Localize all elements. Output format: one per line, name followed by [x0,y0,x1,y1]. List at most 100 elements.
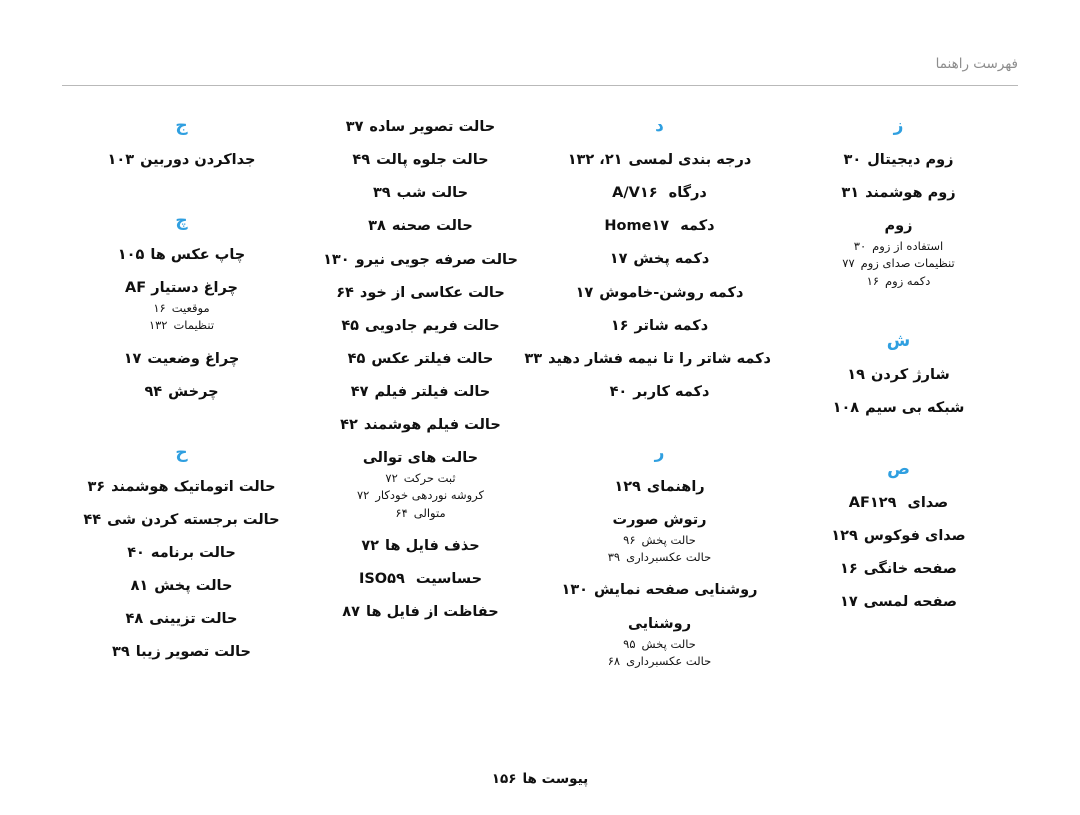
index-entry[interactable]: حذف فایل ها ۷۲ [309,537,532,555]
index-entry[interactable]: حالت تصویر زیبا ۳۹ [70,643,293,661]
column-zaa: ز زوم دیجیتال ۳۰ زوم هوشمند ۳۱ زوم استفاده از … [779,118,1018,685]
index-subentry[interactable]: تنظیمات ۱۳۲ [70,317,293,333]
index-entry-group: رتوش صورت حالت پخش ۹۶ حالت عکسبرداری ۳۹ [548,511,771,565]
index-entry[interactable]: حالت جلوه پالت ۴۹ [309,151,532,169]
entry-label: بندی [678,152,712,168]
subentry-page-number: ۳۹ [607,550,621,565]
subentry-label: متوالی [413,505,446,520]
index-subentry[interactable]: استفاده از زوم ۳۰ [787,238,1010,254]
index-subentry[interactable]: حالت پخش ۹۵ [548,636,771,652]
index-entry[interactable]: زوم دیجیتال ۳۰ [787,151,1010,169]
index-subentry[interactable]: تنظیمات صدای زوم ۷۷ [787,255,1010,271]
entry-label: لمسی [863,594,909,611]
index-entry[interactable]: رتوش صورت [548,511,771,529]
index-entry-group: حالت فیلتر عکس ۴۵ [309,350,532,368]
entry-label: حالت [195,578,233,595]
entry-label: شاتر [697,350,732,367]
index-entry-group: روشنایی صفحه نمایش ۱۳۰ [548,581,771,599]
index-entry[interactable]: حفاظت از فایل ها ۸۷ [309,603,532,621]
entry-page-number: ۱۰۸ [832,399,860,416]
index-entry[interactable]: روشنایی [548,615,771,633]
index-entry-group: حالت برجسته کردن شی ۴۴ [70,511,293,529]
entry-page-number: ۱۷ [651,218,670,235]
index-entry[interactable]: شبکه بی سیم ۱۰۸ [787,399,1010,417]
index-entry[interactable]: حالت تصویر ساده ۳۷ [309,118,532,136]
index-entry[interactable]: صفحه لمسی ۱۷ [787,593,1010,611]
letter-block: د درجه بندی لمسی۲۱، ۱۳۲ درگاه A/V۱۶ دکمه Ho… [524,118,771,401]
index-entry-group: حالت های توالی ثبت حرکت۷۲ کروشه نوردهی خود… [309,449,532,520]
index-entry[interactable]: صدای AF۱۲۹ [787,494,1010,512]
index-entry[interactable]: دکمه شاتر را تا نیمه فشار دهید۳۳ [524,350,771,368]
entry-label: زوم [925,152,954,168]
index-entry[interactable]: جداکردن دوربین ۱۰۳ [70,151,293,169]
index-entry[interactable]: دکمه پخش ۱۷ [548,250,771,268]
index-entry-group: درجه بندی لمسی ۲۱، ۱۳۲ [548,151,771,169]
index-entry[interactable]: حالت فیلتر فیلم ۴۷ [309,383,532,401]
entry-page-number: ۴۰ [127,545,145,562]
index-entry[interactable]: درجه بندی لمسی ۲۱، ۱۳۲ [548,151,771,169]
entry-label: پخش [633,251,670,268]
entry-page-number: ۱۳۰ [323,251,350,268]
index-entry[interactable]: دکمه Home۱۷ [548,217,771,235]
entry-label: حالت [200,611,238,628]
index-entry[interactable]: زوم هوشمند ۳۱ [787,184,1010,202]
index-entry[interactable]: راهنمای ۱۲۹ [548,478,771,496]
letter-heading: ص [887,458,910,479]
index-entry[interactable]: دکمه کاربر ۴۰ [548,383,771,401]
index-subentry[interactable]: حالت عکسبرداری ۳۹ [548,549,771,565]
index-entry[interactable]: روشنایی صفحه نمایش ۱۳۰ [548,581,771,599]
index-entry[interactable]: حالت صحنه ۳۸ [309,217,532,235]
index-subentry[interactable]: حالت پخش ۹۶ [548,532,771,548]
index-entry[interactable]: صدای فوکوس ۱۲۹ [787,527,1010,545]
index-subentry[interactable]: کروشه نوردهی خودکار ۷۲ [309,487,532,503]
index-entry[interactable]: حالت برنامه ۴۰ [70,544,293,562]
index-entry-group: شارژ کردن ۱۹ [787,366,1010,384]
index-entry[interactable]: حالت پخش ۸۱ [70,577,293,595]
entry-label: شب [396,185,427,202]
index-entry[interactable]: حالت فیلتر عکس ۴۵ [309,350,532,368]
index-entry[interactable]: چرخش ۹۴ [70,383,293,401]
index-subentry[interactable]: متوالی ۶۴ [309,505,532,521]
index-entry[interactable]: صفحه خانگی ۱۶ [787,560,1010,578]
entry-label: درگاه [668,185,707,202]
entry-label: شی [107,511,137,528]
index-entry[interactable]: دکمه شاتر ۱۶ [548,317,771,335]
index-subentry[interactable]: موقعیت ۱۶ [70,300,293,316]
letter-block: ح حالت اتوماتیک هوشمند ۳۶ حالت برجسته کردن … [70,444,293,662]
index-entry[interactable]: حالت صرفه جویی نیرو ۱۳۰ [309,251,532,269]
column-daal: د درجه بندی لمسی۲۱، ۱۳۲ درگاه A/V۱۶ دکمه Ho… [524,118,779,685]
index-entry[interactable]: حالت فیلم هوشمند ۴۲ [309,416,532,434]
index-entry[interactable]: چراغ دستیار AF [70,279,293,297]
index-entry[interactable]: حالت فریم جادویی ۴۵ [309,317,532,335]
entry-page-number: ۱۷ [609,251,628,268]
index-entry[interactable]: چاپ عکس ها ۱۰۵ [70,246,293,264]
entry-label: صورت [612,512,659,529]
entry-label: عکس [170,247,210,264]
index-entry[interactable]: حالت های توالی [309,449,532,467]
subentry-label: تنظیمات صدای زوم [860,256,955,271]
entry-page-number: ۱۹ [847,366,865,383]
index-entry[interactable]: حالت اتوماتیک هوشمند ۳۶ [70,478,293,496]
index-subentry[interactable]: دکمه زوم ۱۶ [787,273,1010,289]
index-entry-group: حساسیت ISO۵۹ [309,570,532,588]
entry-label: چاپ [214,247,246,264]
entry-page-number: ۸۷ [342,603,360,620]
index-entry[interactable]: حساسیت ISO۵۹ [309,570,532,588]
index-entry[interactable]: زوم [787,217,1010,235]
index-subentry[interactable]: ثبت حرکت ۷۲ [309,470,532,486]
entry-page-number: ۴۴ [83,511,102,528]
index-entry[interactable]: شارژ کردن ۱۹ [787,366,1010,384]
index-entry[interactable]: چراغ وضعیت ۱۷ [70,350,293,368]
index-entry[interactable]: حالت شب ۳۹ [309,184,532,202]
index-entry[interactable]: درگاه A/V۱۶ [548,184,771,202]
subentry-label: دکمه زوم [885,273,931,288]
index-entry[interactable]: حالت تزیینی ۴۸ [70,610,293,628]
index-entry-group: صدای فوکوس ۱۲۹ [787,527,1010,545]
index-entry[interactable]: حالت عکاسی از خود ۶۴ [309,284,532,302]
index-entry[interactable]: حالت برجسته کردن شی ۴۴ [70,511,293,529]
subentry-label: ثبت حرکت [403,471,456,486]
letter-block: ز زوم دیجیتال ۳۰ زوم هوشمند ۳۱ زوم استفاده از … [787,118,1010,289]
index-entry[interactable]: دکمه روشن-خاموش ۱۷ [548,284,771,302]
index-subentry[interactable]: حالت عکسبرداری ۶۸ [548,653,771,669]
entry-page-number: ۴۵ [347,350,366,367]
